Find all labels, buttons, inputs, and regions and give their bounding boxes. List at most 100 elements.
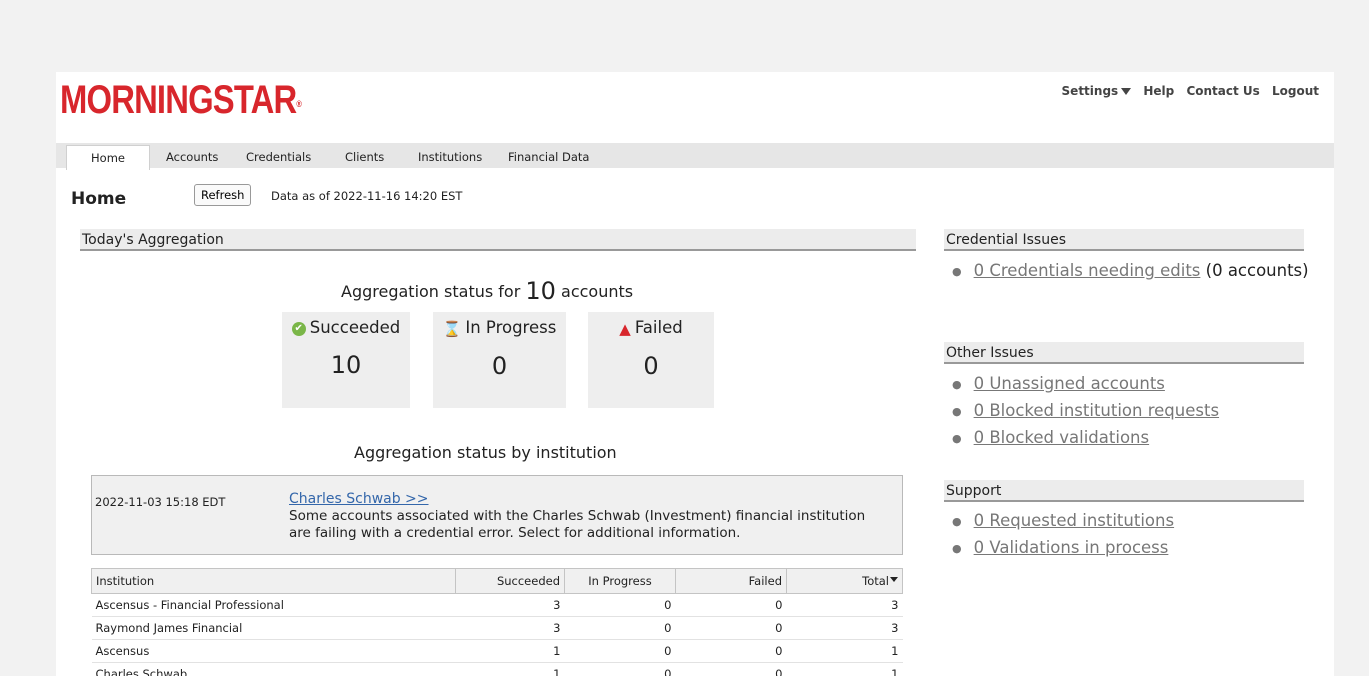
list-item: ● 0 Validations in process bbox=[946, 534, 1174, 561]
stat-value: 10 bbox=[330, 351, 362, 379]
settings-label: Settings bbox=[1061, 84, 1119, 98]
tab-institutions[interactable]: Institutions bbox=[418, 143, 482, 168]
list-item: ● 0 Requested institutions bbox=[946, 507, 1174, 534]
alert-message: Some accounts associated with the Charle… bbox=[289, 508, 866, 541]
table-row[interactable]: Ascensus 1 0 0 1 bbox=[91, 639, 903, 663]
cell-total: 1 bbox=[786, 639, 903, 663]
cell-total: 3 bbox=[786, 616, 903, 640]
cell-institution: Raymond James Financial bbox=[91, 616, 456, 640]
list-item: ● 0 Blocked institution requests bbox=[946, 397, 1219, 424]
cell-total: 1 bbox=[786, 662, 903, 676]
col-succeeded[interactable]: Succeeded bbox=[455, 568, 565, 594]
bullet-icon: ● bbox=[952, 432, 962, 445]
logout-link[interactable]: Logout bbox=[1272, 84, 1319, 98]
stat-in-progress[interactable]: ⌛ In Progress 0 bbox=[433, 312, 566, 408]
table-row[interactable]: Charles Schwab 1 0 0 1 bbox=[91, 662, 903, 676]
account-count: 10 bbox=[525, 277, 556, 305]
tab-home[interactable]: Home bbox=[66, 145, 150, 170]
table-row[interactable]: Raymond James Financial 3 0 0 3 bbox=[91, 616, 903, 640]
bullet-icon: ● bbox=[952, 265, 962, 278]
status-prefix: Aggregation status for bbox=[341, 282, 521, 301]
list-item: ● 0 Blocked validations bbox=[946, 424, 1219, 451]
hourglass-icon: ⌛ bbox=[442, 319, 462, 338]
cell-failed: 0 bbox=[675, 616, 787, 640]
cell-in-progress: 0 bbox=[564, 616, 676, 640]
cell-in-progress: 0 bbox=[564, 593, 676, 617]
stat-failed[interactable]: ▲ Failed 0 bbox=[588, 312, 714, 408]
status-by-institution-title: Aggregation status by institution bbox=[354, 443, 617, 462]
stat-label: Failed bbox=[634, 318, 683, 337]
caret-down-icon bbox=[1121, 88, 1132, 95]
bullet-icon: ● bbox=[952, 515, 962, 528]
logo-registered-mark: ® bbox=[296, 99, 302, 109]
support-header: Support bbox=[944, 480, 1304, 502]
tab-bar: Home Accounts Credentials Clients Instit… bbox=[56, 143, 1334, 170]
status-suffix: accounts bbox=[561, 282, 634, 301]
bullet-icon: ● bbox=[952, 405, 962, 418]
blocked-institution-requests-link[interactable]: 0 Blocked institution requests bbox=[974, 401, 1219, 420]
list-item: ● 0 Credentials needing edits (0 accounts… bbox=[946, 257, 1309, 284]
validations-in-process-link[interactable]: 0 Validations in process bbox=[974, 538, 1169, 557]
col-failed[interactable]: Failed bbox=[675, 568, 787, 594]
cell-succeeded: 1 bbox=[455, 639, 565, 663]
morningstar-logo[interactable]: MORNINGSTAR® bbox=[60, 78, 302, 122]
stat-label: Succeeded bbox=[309, 318, 401, 337]
warning-icon: ▲ bbox=[619, 319, 631, 338]
other-issues-list: ● 0 Unassigned accounts ● 0 Blocked instit… bbox=[946, 370, 1219, 451]
stat-value: 0 bbox=[643, 351, 659, 380]
col-in-progress[interactable]: In Progress bbox=[564, 568, 676, 594]
other-issues-header: Other Issues bbox=[944, 342, 1304, 364]
cell-institution: Charles Schwab bbox=[91, 662, 456, 676]
requested-institutions-link[interactable]: 0 Requested institutions bbox=[974, 511, 1174, 530]
tab-financial-data[interactable]: Financial Data bbox=[508, 143, 589, 168]
credentials-accounts-count: (0 accounts) bbox=[1200, 261, 1309, 280]
refresh-button[interactable]: Refresh bbox=[194, 184, 252, 206]
top-links: Settings Help Contact Us Logout bbox=[1054, 84, 1319, 98]
page-title: Home bbox=[71, 189, 127, 209]
credentials-needing-edits-link[interactable]: 0 Credentials needing edits bbox=[974, 261, 1201, 280]
credential-issues-header: Credential Issues bbox=[944, 229, 1304, 251]
sort-desc-icon bbox=[890, 577, 898, 582]
check-circle-icon: ✔ bbox=[291, 321, 306, 336]
bullet-icon: ● bbox=[952, 378, 962, 391]
cell-in-progress: 0 bbox=[564, 662, 676, 676]
cell-institution: Ascensus - Financial Professional bbox=[91, 593, 456, 617]
cell-in-progress: 0 bbox=[564, 639, 676, 663]
tab-clients[interactable]: Clients bbox=[345, 143, 384, 168]
stat-label: In Progress bbox=[465, 318, 557, 337]
tab-accounts[interactable]: Accounts bbox=[166, 143, 218, 168]
cell-total: 3 bbox=[786, 593, 903, 617]
col-total[interactable]: Total bbox=[786, 568, 903, 594]
aggregation-status-title: Aggregation status for 10 accounts bbox=[341, 277, 633, 305]
blocked-validations-link[interactable]: 0 Blocked validations bbox=[974, 428, 1149, 447]
cell-failed: 0 bbox=[675, 662, 787, 676]
cell-succeeded: 1 bbox=[455, 662, 565, 676]
stat-value: 0 bbox=[491, 351, 508, 380]
cell-succeeded: 3 bbox=[455, 616, 565, 640]
stat-succeeded[interactable]: ✔ Succeeded 10 bbox=[282, 312, 410, 408]
charles-schwab-link[interactable]: Charles Schwab >> bbox=[289, 491, 429, 507]
credential-issues-list: ● 0 Credentials needing edits (0 accounts… bbox=[946, 257, 1309, 284]
unassigned-accounts-link[interactable]: 0 Unassigned accounts bbox=[974, 374, 1165, 393]
cell-institution: Ascensus bbox=[91, 639, 456, 663]
institution-table: Institution Succeeded In Progress Failed… bbox=[91, 568, 903, 676]
main-page: MORNINGSTAR® Settings Help Contact Us Lo… bbox=[56, 72, 1334, 676]
data-as-of: Data as of 2022-11-16 14:20 EST bbox=[271, 189, 463, 203]
institution-alert: 2022-11-03 15:18 EDT Charles Schwab >> S… bbox=[91, 475, 903, 555]
col-institution[interactable]: Institution bbox=[91, 568, 456, 594]
tab-credentials[interactable]: Credentials bbox=[246, 143, 311, 168]
list-item: ● 0 Unassigned accounts bbox=[946, 370, 1219, 397]
todays-aggregation-header: Today's Aggregation bbox=[80, 229, 916, 251]
support-list: ● 0 Requested institutions ● 0 Validations… bbox=[946, 507, 1174, 561]
table-row[interactable]: Ascensus - Financial Professional 3 0 0 … bbox=[91, 593, 903, 617]
logo-text: MORNINGSTAR bbox=[60, 78, 297, 122]
contact-us-link[interactable]: Contact Us bbox=[1186, 84, 1259, 98]
col-total-label: Total bbox=[862, 574, 889, 588]
alert-timestamp: 2022-11-03 15:18 EDT bbox=[95, 495, 226, 509]
bullet-icon: ● bbox=[952, 542, 962, 555]
cell-succeeded: 3 bbox=[455, 593, 565, 617]
cell-failed: 0 bbox=[675, 593, 787, 617]
help-link[interactable]: Help bbox=[1143, 84, 1174, 98]
cell-failed: 0 bbox=[675, 639, 787, 663]
settings-menu[interactable]: Settings bbox=[1062, 84, 1132, 98]
